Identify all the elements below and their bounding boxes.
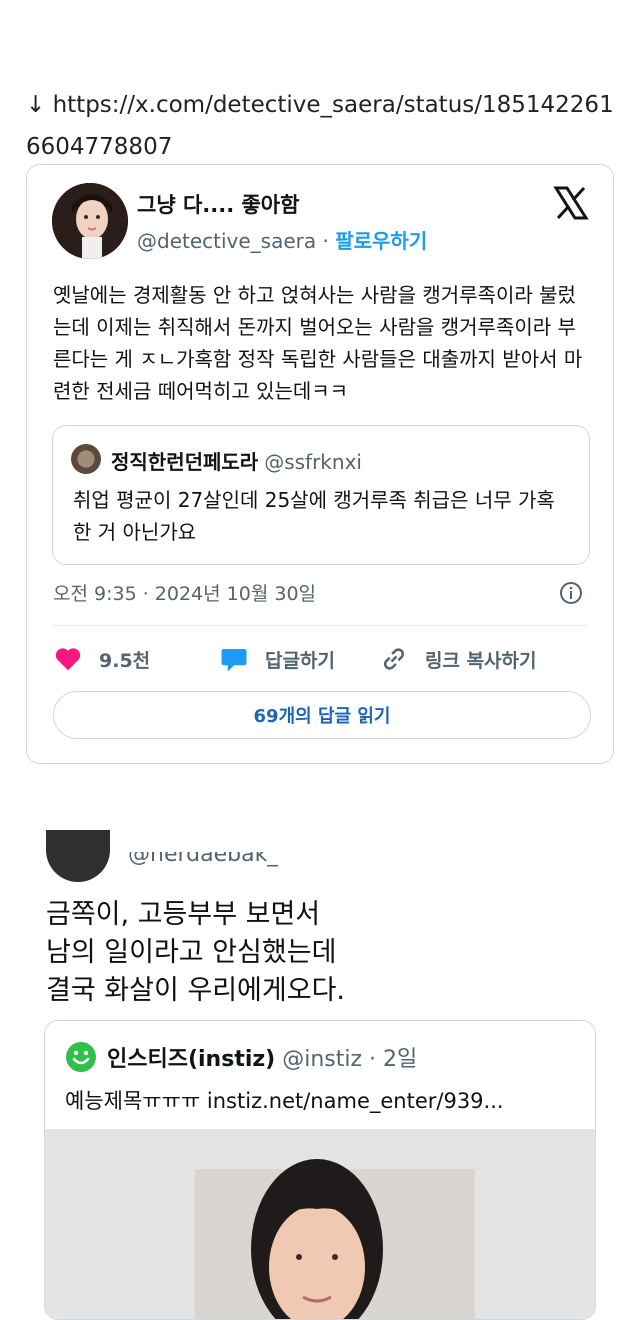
lower-text-line: 남의 일이라고 안심했는데 [46, 937, 337, 968]
lower-quote-author: 인스티즈(instiz) [107, 1047, 276, 1072]
copy-link-label: 링크 복사하기 [425, 649, 537, 672]
reply-bubble-icon [221, 649, 247, 672]
lower-quote-photo [45, 1129, 595, 1319]
like-button[interactable]: 9.5천 [53, 643, 150, 675]
cropped-author-avatar [46, 830, 110, 882]
reply-label: 답글하기 [265, 649, 335, 672]
copy-link-button[interactable]: 링크 복사하기 [379, 643, 537, 675]
author-handle[interactable]: @detective_saera [137, 229, 316, 253]
quoted-author-avatar [71, 444, 101, 474]
embedded-tweet-card: 그냥 다.... 좋아함 @detective_saera · 팔로우하기 옛날… [26, 164, 614, 764]
author-avatar[interactable] [52, 183, 128, 259]
tweet-text: 옛날에는 경제활동 안 하고 얹혀사는 사람을 캥거루족이라 불렀는데 이제는 … [53, 283, 583, 403]
x-logo-icon[interactable] [553, 185, 589, 221]
source-link[interactable]: ↓ https://x.com/detective_saera/status/1… [26, 84, 626, 168]
lower-tweet-text: 금쪽이, 고등부부 보면서 남의 일이라고 안심했는데 결국 화살이 우리에게오… [46, 896, 606, 1010]
info-icon[interactable] [559, 581, 583, 605]
separator: · [316, 229, 336, 253]
lower-quote-meta: @instiz · 2일 [275, 1047, 418, 1072]
smile-icon [66, 1042, 96, 1072]
reply-button[interactable]: 답글하기 [219, 643, 335, 675]
tweet-actions: 9.5천 답글하기 링크 복사하기 [53, 643, 593, 675]
link-icon [383, 648, 405, 670]
quoted-author-handle: @ssfrknxi [264, 450, 362, 474]
lower-quote-header: 인스티즈(instiz) @instiz · 2일 [107, 1041, 417, 1073]
quoted-author-name: 정직한런던페도라 [111, 450, 259, 474]
like-count: 9.5천 [99, 649, 151, 672]
cropped-author-handle: @nerdaebak_ [128, 852, 279, 867]
lower-quote-text: 예능제목ㅠㅠㅠ instiz.net/name_enter/939... [65, 1089, 504, 1113]
follow-button[interactable]: 팔로우하기 [335, 229, 427, 253]
read-replies-button[interactable]: 69개의 답글 읽기 [53, 691, 591, 739]
lower-quoted-post[interactable]: 인스티즈(instiz) @instiz · 2일 예능제목ㅠㅠㅠ instiz… [44, 1020, 596, 1320]
author-display-name[interactable]: 그냥 다.... 좋아함 [137, 189, 299, 219]
heart-icon [55, 648, 81, 671]
quoted-tweet[interactable]: 정직한런던페도라 @ssfrknxi 취업 평균이 27살인데 25살에 캥거루족… [52, 425, 590, 565]
divider [53, 625, 587, 626]
lower-text-line: 결국 화살이 우리에게오다. [46, 975, 345, 1006]
author-handle-row: @detective_saera · 팔로우하기 [137, 225, 427, 254]
lower-text-line: 금쪽이, 고등부부 보면서 [46, 899, 321, 930]
quoted-author-name-row: 정직한런던페도라 @ssfrknxi [111, 446, 362, 475]
tweet-timestamp[interactable]: 오전 9:35 · 2024년 10월 30일 [53, 579, 316, 606]
quoted-tweet-text: 취업 평균이 27살인데 25살에 캥거루족 취급은 너무 가혹한 거 아닌가요 [73, 488, 555, 544]
